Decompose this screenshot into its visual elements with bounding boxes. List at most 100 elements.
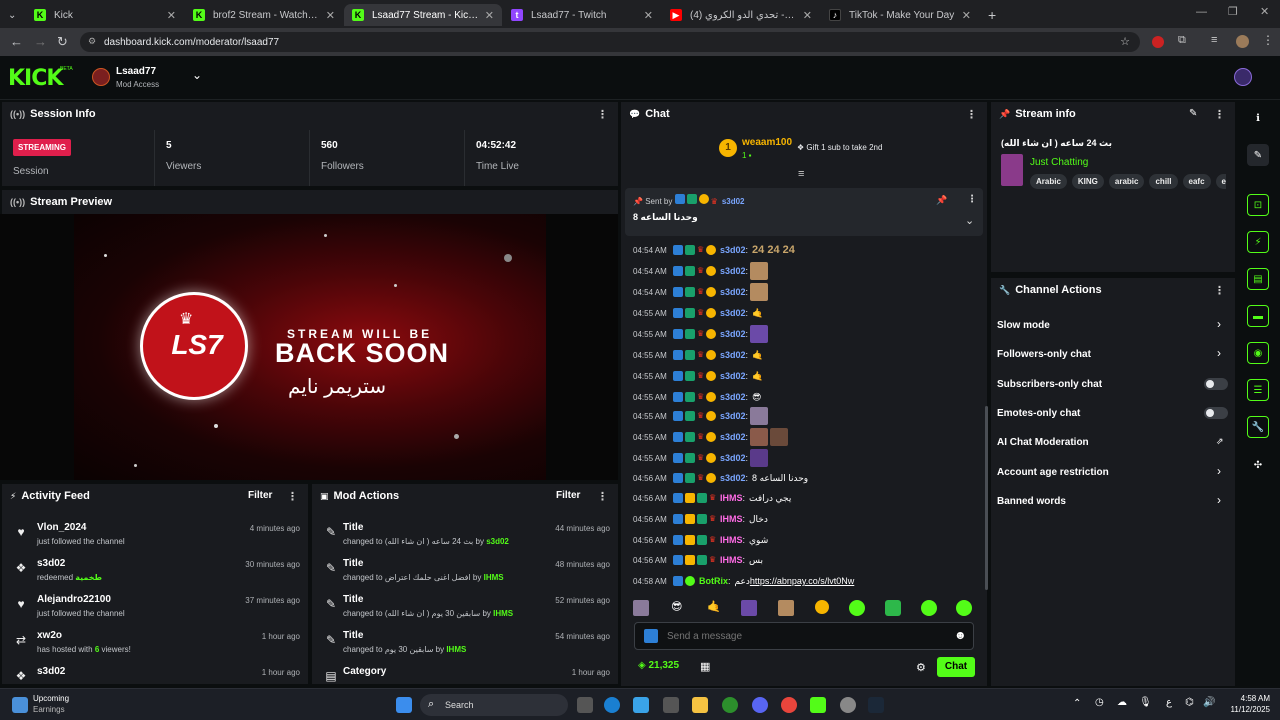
collapse-chevron-down-icon[interactable]: ⌄ (965, 214, 974, 227)
tag[interactable]: eafc (1182, 174, 1211, 189)
edge-icon[interactable] (604, 697, 620, 713)
volume-icon[interactable]: 🔊 (1203, 697, 1215, 708)
url-field[interactable]: ⚙ dashboard.kick.com/moderator/lsaad77 ☆ (80, 32, 1140, 52)
extensions-puzzle-icon[interactable]: ⧉ (1178, 34, 1186, 47)
expand-chevron-down-icon[interactable]: ≡ (798, 168, 804, 180)
bookmark-star-icon[interactable]: ☆ (1120, 35, 1130, 48)
chrome-icon[interactable] (781, 697, 797, 713)
emote-button[interactable] (815, 600, 829, 614)
mod-filter-button[interactable]: Filter (556, 490, 580, 501)
banned-words-item[interactable]: Banned words (997, 496, 1066, 507)
category-thumbnail[interactable] (1001, 154, 1023, 186)
network-icon[interactable]: ⌬ (1185, 697, 1194, 708)
copilot-icon[interactable] (633, 697, 649, 713)
slow-mode-item[interactable]: Slow mode (997, 320, 1050, 331)
edit-pencil-icon[interactable]: ✎ (1189, 108, 1197, 119)
new-tab-button[interactable]: + (980, 4, 1000, 26)
channel-avatar[interactable] (92, 68, 110, 86)
chevron-right-icon[interactable]: › (1217, 493, 1221, 507)
minimize-icon[interactable]: — (1196, 6, 1207, 18)
gift-sub-prompt[interactable]: ❖ Gift 1 sub to take 2nd (797, 143, 882, 152)
subscribers-only-toggle[interactable] (1204, 378, 1228, 390)
task-view-icon[interactable] (577, 697, 593, 713)
close-icon[interactable]: ✕ (326, 9, 335, 22)
tag[interactable]: arabic (1108, 174, 1145, 189)
bolt-icon[interactable]: ⚡ (1247, 231, 1269, 253)
forward-icon[interactable]: → (34, 34, 47, 49)
tray-app-icon[interactable]: ◷ (1095, 697, 1104, 708)
tab-twitch[interactable]: t Lsaad77 - Twitch ✕ (503, 4, 661, 26)
clock-time[interactable]: 4:58 AM (1226, 694, 1270, 703)
more-options-icon[interactable]: ⋮ (966, 108, 977, 121)
close-icon[interactable]: ✕ (962, 9, 971, 22)
top-gifter-name[interactable]: weaam100 (742, 137, 792, 148)
maximize-icon[interactable]: ❐ (1228, 5, 1238, 18)
tag[interactable]: KING (1071, 174, 1104, 189)
clock-date[interactable]: 11/12/2025 (1221, 705, 1270, 714)
media-icon[interactable]: ≡ (1211, 34, 1217, 46)
emote-button[interactable] (778, 600, 794, 616)
category-name[interactable]: Just Chatting (1030, 157, 1088, 168)
channel-switch-chevron-down-icon[interactable]: ⌄ (192, 68, 202, 82)
emote-button[interactable] (956, 600, 972, 616)
back-icon[interactable]: ← (10, 34, 23, 49)
window-close-icon[interactable]: ✕ (1260, 5, 1269, 18)
chevron-right-icon[interactable]: › (1217, 346, 1221, 360)
account-age-item[interactable]: Account age restriction (997, 467, 1109, 478)
extension-icon[interactable] (1152, 36, 1164, 48)
focus-icon[interactable]: ⊡ (1247, 194, 1269, 216)
chat-scrollbar[interactable] (985, 406, 988, 590)
more-options-icon[interactable]: ⋮ (1214, 284, 1225, 297)
emote-button[interactable] (921, 600, 937, 616)
browser-menu-icon[interactable]: ⋮ (1262, 33, 1274, 47)
broadcast-icon[interactable]: ◉ (1247, 342, 1269, 364)
chat-message-field[interactable] (667, 627, 937, 645)
kick-logo[interactable]: KICK (8, 66, 63, 91)
weather-title[interactable]: Upcoming (33, 694, 69, 703)
kick-app-icon[interactable] (810, 697, 826, 713)
tab-kick[interactable]: K Kick ✕ (26, 4, 184, 26)
store-icon[interactable]: ▦ (700, 660, 710, 673)
user-avatar[interactable] (1234, 68, 1252, 86)
followers-only-item[interactable]: Followers-only chat (997, 349, 1091, 360)
edit-icon[interactable]: ✎ (1247, 144, 1269, 166)
send-chat-button[interactable]: Chat (937, 657, 975, 677)
emote-button[interactable] (849, 600, 865, 616)
store-icon[interactable] (663, 697, 679, 713)
close-icon[interactable]: ✕ (803, 9, 812, 22)
unpin-icon[interactable]: 📌 (936, 195, 947, 206)
more-options-icon[interactable]: ⋮ (597, 108, 608, 121)
chat-icon[interactable]: ▬ (1247, 305, 1269, 327)
close-icon[interactable]: ✕ (485, 9, 494, 22)
xbox-icon[interactable] (722, 697, 738, 713)
tab-tiktok[interactable]: ♪ TikTok - Make Your Day ✕ (821, 4, 979, 26)
obs-icon[interactable] (840, 697, 856, 713)
emoji-picker-icon[interactable]: ☻ (954, 628, 967, 642)
wrench-icon[interactable]: 🔧 (1247, 416, 1269, 438)
emote-button[interactable]: 😎 (671, 600, 682, 613)
external-link-icon[interactable]: ⇗ (1216, 436, 1224, 447)
tag[interactable]: ea (1215, 174, 1226, 189)
tag[interactable]: chill (1149, 174, 1178, 189)
more-options-icon[interactable]: ⋮ (287, 490, 298, 503)
reload-icon[interactable]: ↻ (57, 34, 68, 50)
taskbar-search[interactable]: ⌕ Search (420, 694, 568, 716)
tab-youtube[interactable]: ▶ (4) تحدي الدو الكروي - be ✕ (662, 4, 820, 26)
tab-dashboard[interactable]: K Lsaad77 Stream - Kick Dashboard ✕ (344, 4, 502, 26)
more-options-icon[interactable]: ⋮ (1214, 108, 1225, 121)
weather-icon[interactable] (12, 697, 28, 713)
chevron-right-icon[interactable]: › (1217, 317, 1221, 331)
discord-icon[interactable] (752, 697, 768, 713)
info-icon[interactable]: ℹ (1247, 107, 1269, 129)
more-options-icon[interactable]: ⋮ (967, 194, 977, 205)
settings-gear-icon[interactable]: ⚙ (916, 661, 926, 674)
chat-input[interactable]: ☻ (634, 622, 974, 650)
windows-start-icon[interactable] (396, 697, 412, 713)
emote-button[interactable]: 🤙 (707, 600, 721, 613)
site-info-icon[interactable]: ⚙ (88, 36, 96, 47)
tray-chevron-up-icon[interactable]: ⌃ (1073, 698, 1081, 709)
emotes-only-toggle[interactable] (1204, 407, 1228, 419)
emote-button[interactable] (885, 600, 901, 616)
emote-button[interactable] (633, 600, 649, 616)
note-icon[interactable]: ▤ (1247, 268, 1269, 290)
